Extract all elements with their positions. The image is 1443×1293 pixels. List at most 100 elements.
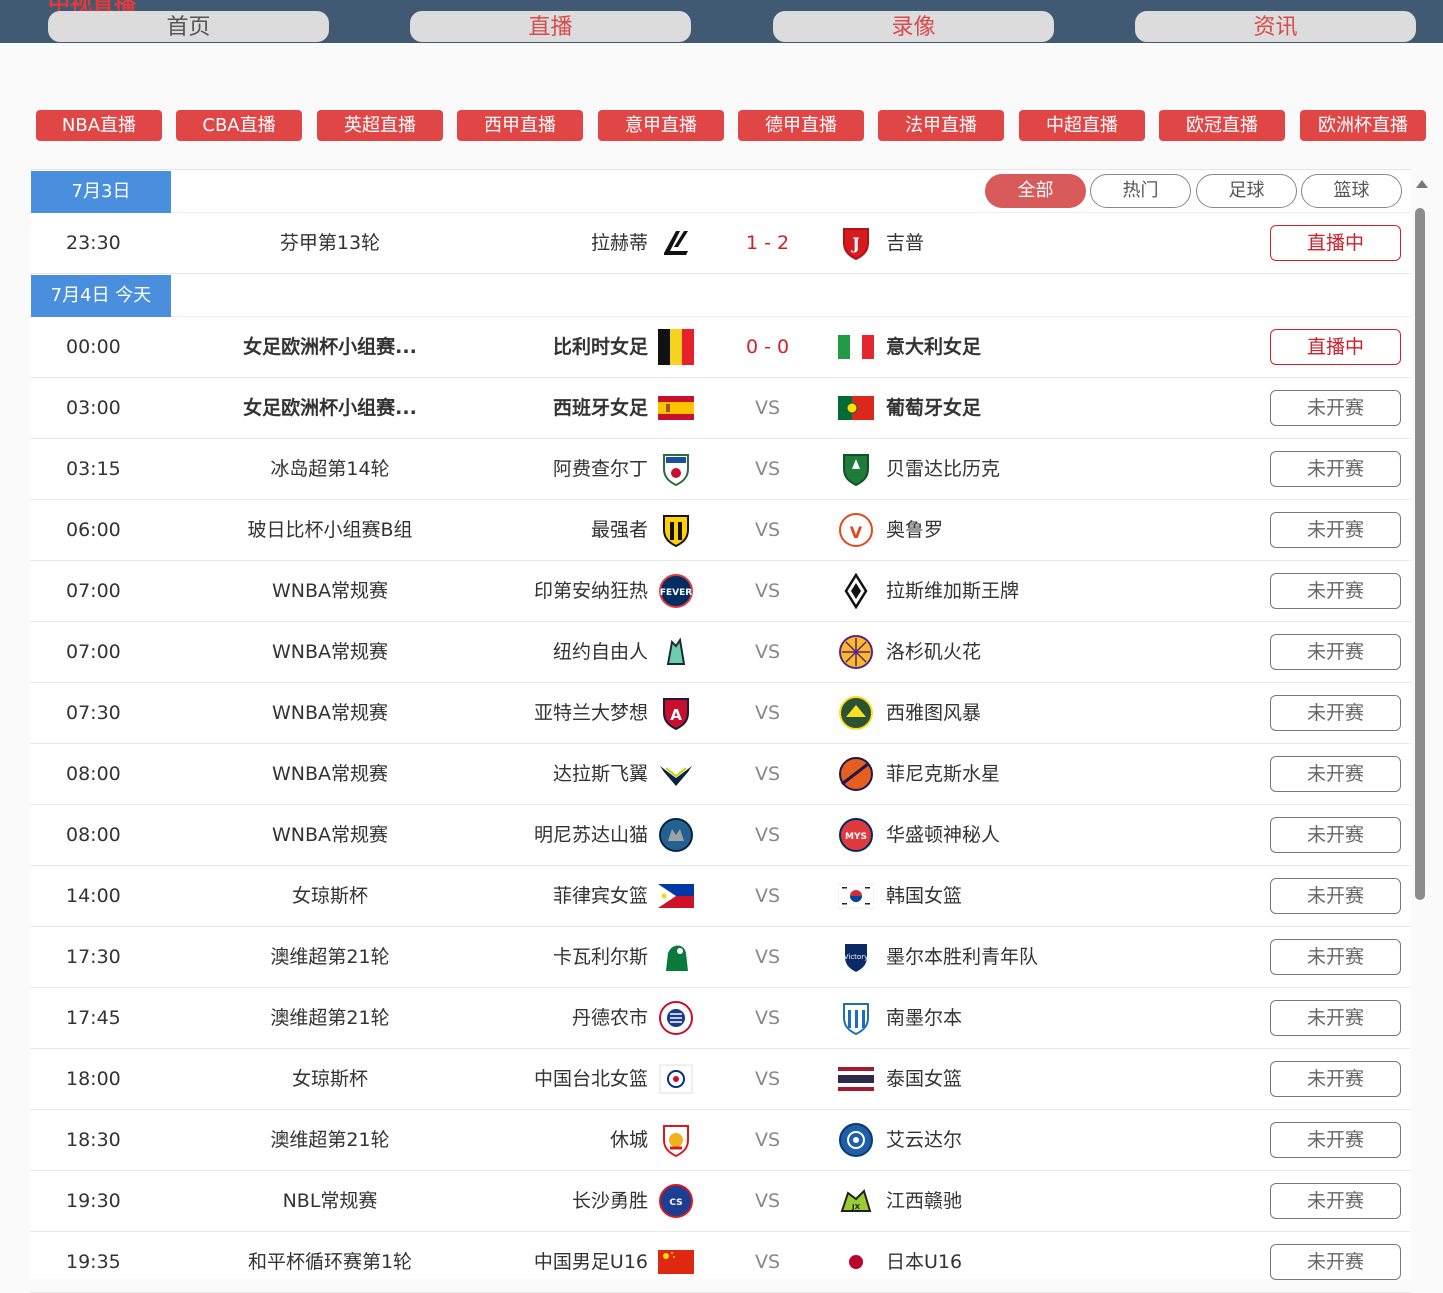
match-row[interactable]: 00:00 女足欧洲杯小组赛... 比利时女足 0 - 0 意大利女足 直播中: [30, 317, 1411, 378]
spain-flag: [658, 390, 694, 426]
match-row[interactable]: 18:30 澳维超第21轮 休城 VS 艾云达尔 未开赛: [30, 1110, 1411, 1171]
match-time: 00:00: [66, 336, 121, 358]
match-row[interactable]: 07:00 WNBA常规赛 印第安纳狂热 FEVER VS 拉斯维加斯王牌 未开赛: [30, 561, 1411, 622]
filter-tab-football[interactable]: 足球: [1196, 174, 1297, 208]
south-melbourne-logo: [838, 1000, 874, 1036]
match-league: WNBA常规赛: [271, 641, 389, 663]
match-score: VS: [754, 946, 781, 968]
home-team-name: 纽约自由人: [552, 641, 648, 663]
match-row[interactable]: 07:00 WNBA常规赛 纽约自由人 VS 洛杉矶火花 未开赛: [30, 622, 1411, 683]
match-time: 07:00: [66, 580, 121, 602]
match-row[interactable]: 06:00 玻日比杯小组赛B组 最强者 VS V 奥鲁罗 未开赛: [30, 500, 1411, 561]
match-row[interactable]: 03:00 女足欧洲杯小组赛... 西班牙女足 VS 葡萄牙女足 未开赛: [30, 378, 1411, 439]
league-epl-button[interactable]: 英超直播: [317, 110, 443, 141]
match-score: VS: [754, 824, 781, 846]
league-csl-button[interactable]: 中超直播: [1019, 110, 1145, 141]
away-team-name: 南墨尔本: [886, 1007, 963, 1029]
match-status-button[interactable]: 未开赛: [1270, 451, 1401, 487]
away-team-name: 艾云达尔: [886, 1129, 963, 1151]
home-team-name: 拉赫蒂: [590, 232, 648, 254]
away-team-name: 菲尼克斯水星: [886, 763, 1001, 785]
away-team-name: 葡萄牙女足: [886, 397, 982, 419]
home-team-name: 中国男足U16: [533, 1251, 648, 1273]
breidablik-logo: [838, 451, 874, 487]
league-ligue1-button[interactable]: 法甲直播: [878, 110, 1004, 141]
scroll-up-arrow-icon[interactable]: [1416, 180, 1428, 188]
italy-flag: [838, 329, 874, 365]
nav-home-button[interactable]: 首页: [48, 11, 329, 42]
filter-tab-basketball[interactable]: 篮球: [1301, 174, 1402, 208]
match-status-button[interactable]: 未开赛: [1270, 1122, 1401, 1158]
match-time: 07:00: [66, 641, 121, 663]
match-status-button[interactable]: 未开赛: [1270, 512, 1401, 548]
match-league: WNBA常规赛: [271, 824, 389, 846]
league-nba-button[interactable]: NBA直播: [36, 110, 162, 141]
match-status-button[interactable]: 未开赛: [1270, 390, 1401, 426]
match-row[interactable]: 17:30 澳维超第21轮 卡瓦利尔斯 VS Victory 墨尔本胜利青年队 未开赛: [30, 927, 1411, 988]
match-score: VS: [754, 763, 781, 785]
match-status-button[interactable]: 未开赛: [1270, 634, 1401, 670]
match-league: 冰岛超第14轮: [270, 458, 390, 480]
cavaliers-logo: [658, 939, 694, 975]
match-time: 07:30: [66, 702, 121, 724]
match-score: 0 - 0: [745, 336, 790, 358]
match-row[interactable]: 07:30 WNBA常规赛 亚特兰大梦想 A VS 西雅图风暴 未开赛: [30, 683, 1411, 744]
match-status-button[interactable]: 未开赛: [1270, 939, 1401, 975]
filter-tab-hot[interactable]: 热门: [1090, 174, 1191, 208]
scroll-thumb[interactable]: [1415, 208, 1425, 900]
away-team-name: 江西赣驰: [886, 1190, 963, 1212]
match-row[interactable]: 17:45 澳维超第21轮 丹德农市 VS 南墨尔本 未开赛: [30, 988, 1411, 1049]
away-team-name: 华盛顿神秘人: [886, 824, 1001, 846]
match-status-button[interactable]: 未开赛: [1270, 878, 1401, 914]
match-time: 17:45: [66, 1007, 121, 1029]
match-status-button[interactable]: 未开赛: [1270, 573, 1401, 609]
league-laliga-button[interactable]: 西甲直播: [457, 110, 583, 141]
nav-replay-button[interactable]: 录像: [773, 11, 1054, 42]
match-league: 芬甲第13轮: [279, 232, 381, 254]
match-score: VS: [754, 519, 781, 541]
jippo-logo: J: [838, 225, 874, 261]
match-score: VS: [754, 1007, 781, 1029]
match-status-button[interactable]: 未开赛: [1270, 756, 1401, 792]
match-time: 19:35: [66, 1251, 121, 1273]
svg-text:FEVER: FEVER: [660, 588, 692, 598]
match-status-button[interactable]: 未开赛: [1270, 695, 1401, 731]
match-status-button[interactable]: 未开赛: [1270, 817, 1401, 853]
match-league: 澳维超第21轮: [270, 1129, 390, 1151]
league-seriea-button[interactable]: 意甲直播: [598, 110, 724, 141]
match-row[interactable]: 08:00 WNBA常规赛 达拉斯飞翼 VS 菲尼克斯水星 未开赛: [30, 744, 1411, 805]
nav-live-button[interactable]: 直播: [410, 11, 691, 42]
match-score: 1 - 2: [745, 232, 790, 254]
match-row[interactable]: 23:30 芬甲第13轮 拉赫蒂 1 - 2 J 吉普 直播中: [30, 213, 1411, 274]
scrollbar[interactable]: [1413, 178, 1429, 1272]
match-status-button[interactable]: 直播中: [1270, 329, 1401, 365]
league-ucl-button[interactable]: 欧冠直播: [1159, 110, 1285, 141]
las-vegas-aces-logo: [838, 573, 874, 609]
match-status-button[interactable]: 未开赛: [1270, 1244, 1401, 1280]
match-status-button[interactable]: 未开赛: [1270, 1061, 1401, 1097]
away-team-name: 意大利女足: [886, 336, 982, 358]
match-row[interactable]: 19:30 NBL常规赛 长沙勇胜 CS VS JX 江西赣驰 未开赛: [30, 1171, 1411, 1232]
thailand-flag: [838, 1061, 874, 1097]
match-score: VS: [754, 641, 781, 663]
league-cba-button[interactable]: CBA直播: [176, 110, 302, 141]
match-row[interactable]: 08:00 WNBA常规赛 明尼苏达山猫 VS MYS 华盛顿神秘人 未开赛: [30, 805, 1411, 866]
match-status-button[interactable]: 未开赛: [1270, 1183, 1401, 1219]
match-time: 14:00: [66, 885, 121, 907]
match-row[interactable]: 14:00 女琼斯杯 菲律宾女篮 VS 韩国女篮 未开赛: [30, 866, 1411, 927]
filter-tab-all[interactable]: 全部: [985, 174, 1086, 208]
nav-news-button[interactable]: 资讯: [1135, 11, 1416, 42]
match-status-button[interactable]: 未开赛: [1270, 1000, 1401, 1036]
away-team-name: 韩国女篮: [886, 885, 963, 907]
league-bundesliga-button[interactable]: 德甲直播: [738, 110, 864, 141]
svg-text:JX: JX: [851, 1203, 861, 1211]
match-row[interactable]: 03:15 冰岛超第14轮 阿费查尔丁 VS 贝雷达比历克 未开赛: [30, 439, 1411, 500]
match-time: 08:00: [66, 824, 121, 846]
league-euro-button[interactable]: 欧洲杯直播: [1300, 110, 1426, 141]
match-row[interactable]: 19:35 和平杯循环赛第1轮 中国男足U16 VS 日本U16 未开赛: [30, 1232, 1411, 1293]
match-status-button[interactable]: 直播中: [1270, 225, 1401, 261]
home-team-name: 西班牙女足: [552, 397, 648, 419]
match-row[interactable]: 18:00 女琼斯杯 中国台北女篮 VS 泰国女篮 未开赛: [30, 1049, 1411, 1110]
away-team-name: 西雅图风暴: [886, 702, 982, 724]
match-score: VS: [754, 397, 781, 419]
